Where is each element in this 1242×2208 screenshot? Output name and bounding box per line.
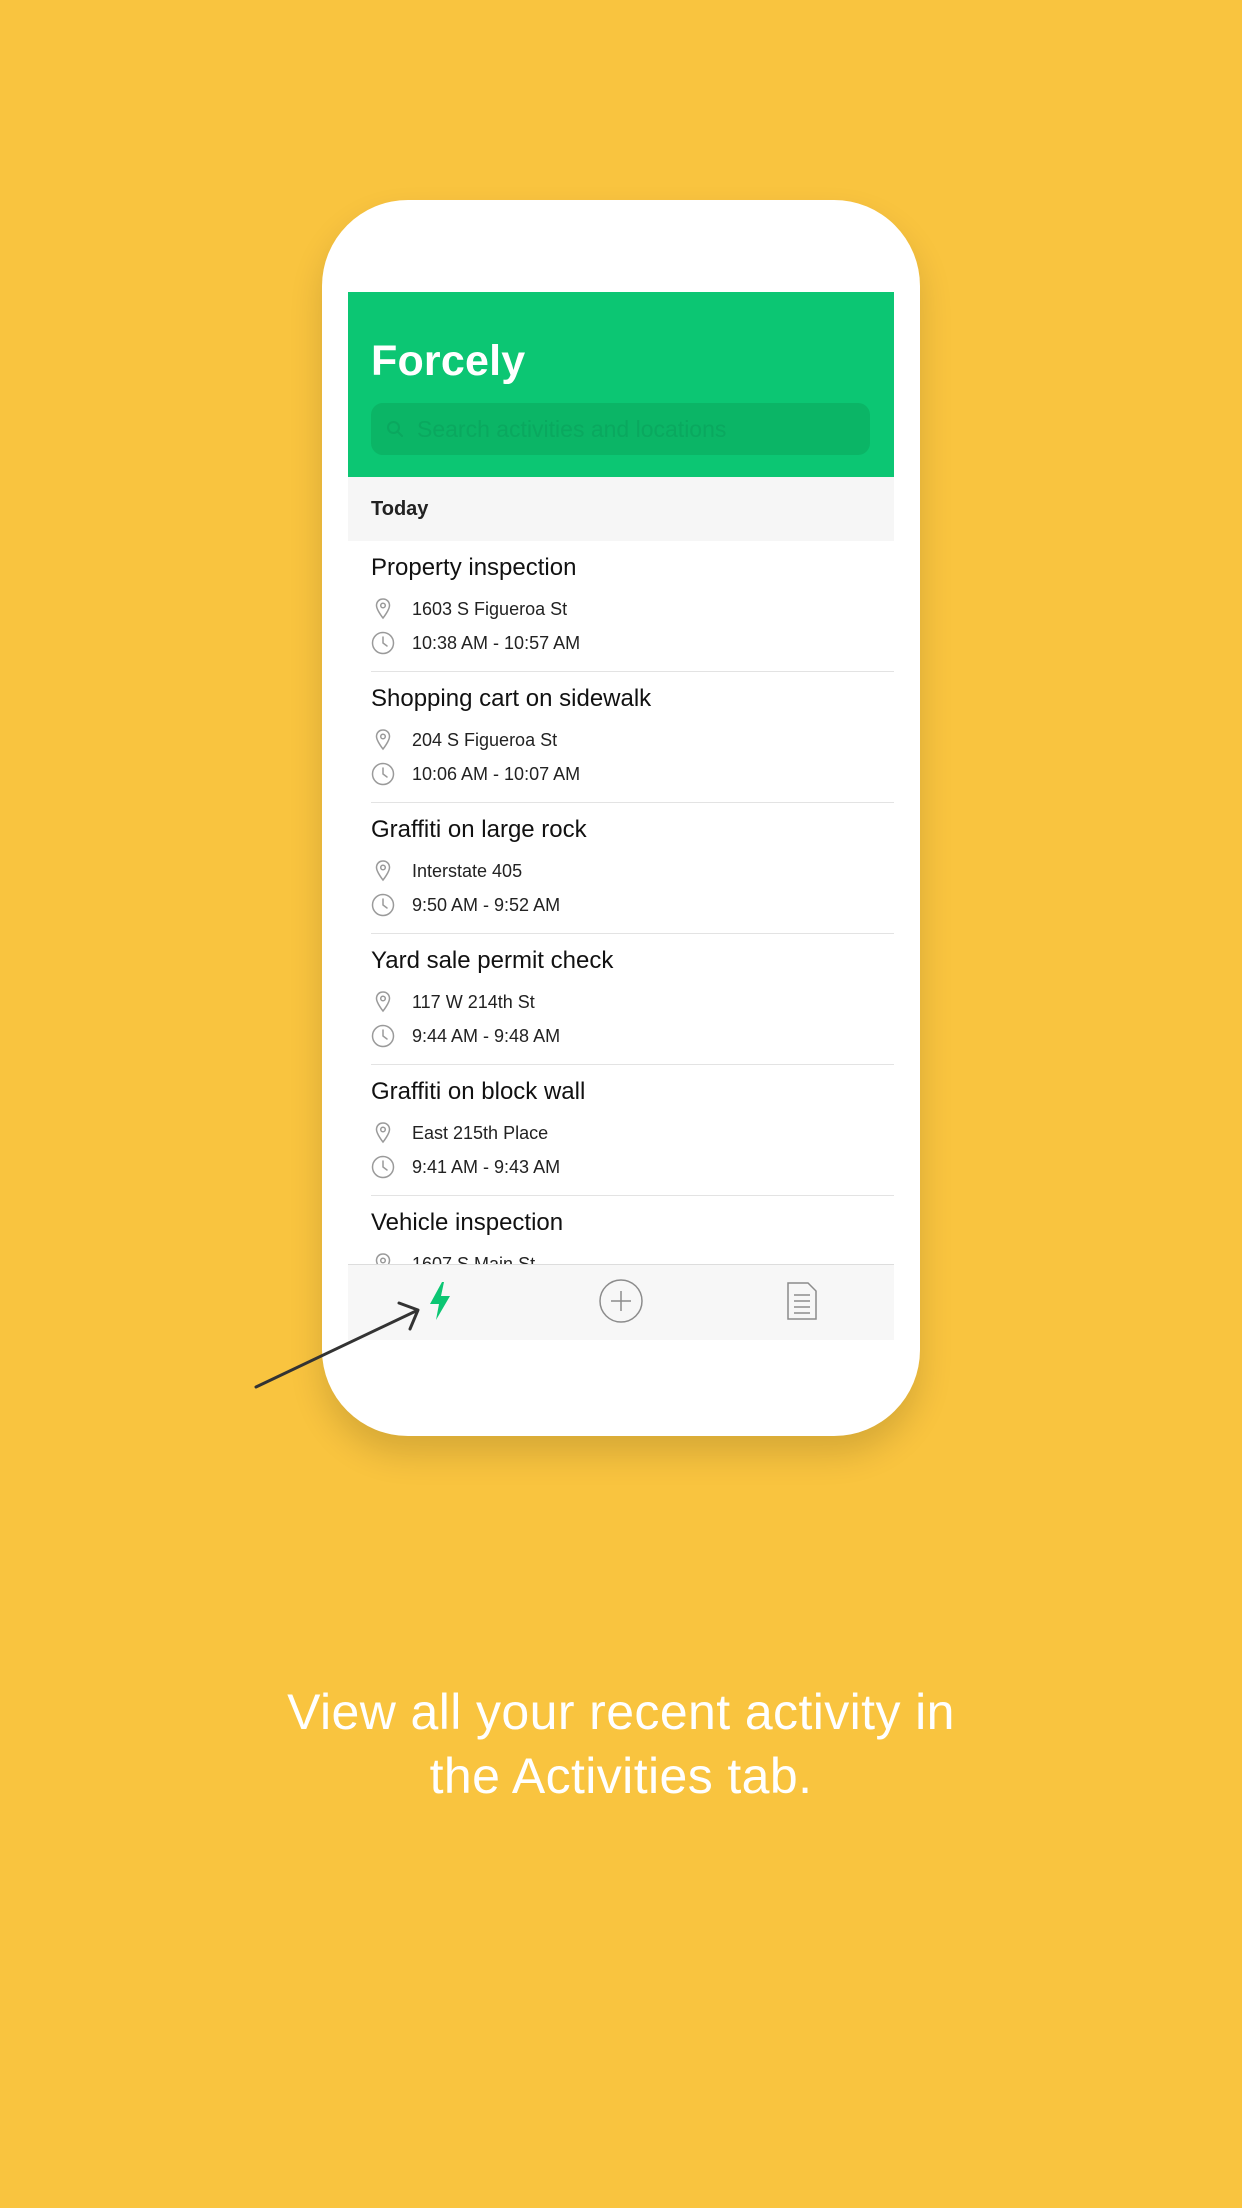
pointer-arrow-icon [254, 1301, 420, 1389]
caption-line-1: View all your recent activity in [287, 1684, 955, 1740]
caption: View all your recent activity in the Act… [180, 1680, 1062, 1808]
caption-line-2: the Activities tab. [429, 1748, 813, 1804]
